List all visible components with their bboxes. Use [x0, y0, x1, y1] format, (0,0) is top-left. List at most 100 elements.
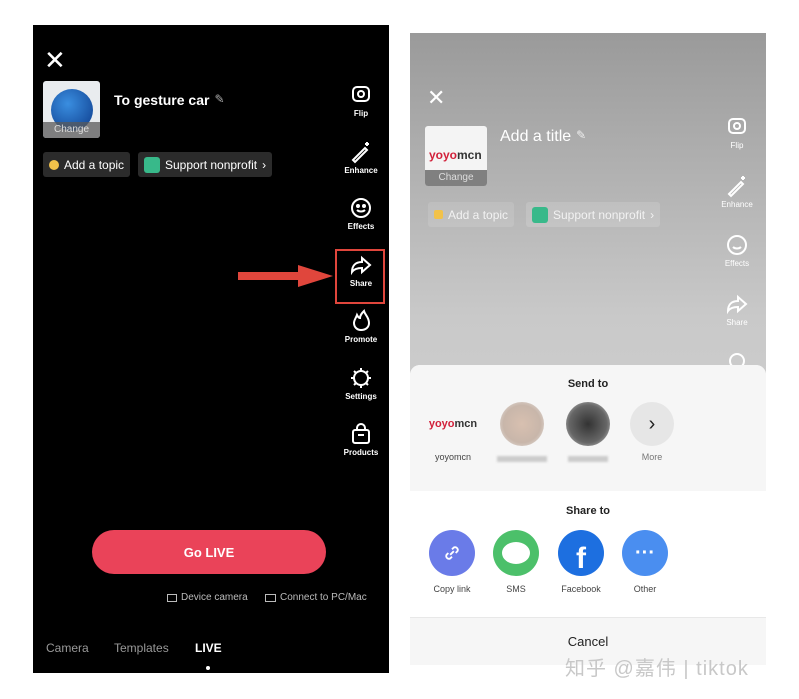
- tool-label: Settings: [345, 392, 377, 401]
- add-topic-chip[interactable]: Add a topic: [43, 152, 131, 177]
- option-label: Connect to PC/Mac: [280, 592, 367, 603]
- tool-label: Flip: [353, 109, 369, 118]
- tool-promote[interactable]: Promote: [336, 309, 386, 344]
- yoyomcn-logo: yoyomcn: [429, 148, 482, 162]
- yoyomcn-logo: yoyomcn: [428, 418, 478, 430]
- tab-live[interactable]: LIVE: [195, 641, 222, 655]
- share-copy-link[interactable]: Copy link: [417, 530, 487, 594]
- contact-blurred-1[interactable]: [487, 402, 557, 462]
- contact-label-blurred: [497, 456, 547, 462]
- tab-camera[interactable]: Camera: [46, 641, 89, 655]
- annotation-arrow-icon: [238, 265, 333, 287]
- option-label: Device camera: [181, 592, 248, 603]
- tool-flip[interactable]: Flip: [712, 115, 762, 150]
- camera-icon: [167, 593, 177, 602]
- close-icon[interactable]: ✕: [427, 87, 445, 109]
- connect-pc-option[interactable]: Connect to PC/Mac: [265, 592, 367, 603]
- avatar: [500, 402, 544, 446]
- tool-label: Effects: [724, 259, 750, 268]
- flip-camera-icon: [728, 118, 746, 134]
- magic-wand-icon: [351, 142, 369, 164]
- support-nonprofit-chip[interactable]: Support nonprofit ›: [138, 152, 273, 177]
- tool-label: Enhance: [721, 200, 753, 209]
- flame-icon: [352, 309, 371, 332]
- send-to-heading: Send to: [567, 378, 609, 390]
- smile-icon: [727, 235, 747, 255]
- cover-thumbnail[interactable]: Change: [43, 81, 100, 138]
- tool-label: Share: [726, 318, 748, 327]
- contact-blurred-2[interactable]: [553, 402, 623, 462]
- tool-label: Flip: [730, 141, 744, 150]
- share-sheet: Send to yoyo mcn yoyomcn › More Share to …: [410, 365, 766, 665]
- tab-templates[interactable]: Templates: [114, 641, 169, 655]
- tool-settings[interactable]: Settings: [336, 366, 386, 401]
- left-live-setup-screen: ✕ Change To gesture car ✎ Add a topic Su…: [33, 25, 389, 673]
- tool-label: Enhance: [344, 166, 378, 175]
- tool-effects[interactable]: Effects: [712, 233, 762, 268]
- share-facebook[interactable]: f Facebook: [546, 530, 616, 594]
- active-tab-dot: [206, 666, 210, 670]
- device-camera-option[interactable]: Device camera: [167, 592, 248, 603]
- tool-flip[interactable]: Flip: [336, 83, 386, 118]
- change-cover-label[interactable]: Change: [425, 170, 487, 186]
- globe-heart-icon: [144, 156, 160, 173]
- share-sms[interactable]: SMS: [481, 530, 551, 594]
- go-live-button[interactable]: Go LIVE: [92, 530, 326, 574]
- gear-icon: [351, 368, 371, 388]
- support-nonprofit-chip[interactable]: Support nonprofit ›: [526, 202, 661, 227]
- contact-yoyomcn[interactable]: yoyo mcn yoyomcn: [418, 402, 488, 462]
- add-topic-chip[interactable]: Add a topic: [428, 202, 515, 227]
- chip-label: Add a topic: [448, 207, 509, 222]
- tool-effects[interactable]: Effects: [336, 196, 386, 231]
- link-icon: [429, 530, 475, 576]
- shopping-bag-icon: [352, 423, 370, 444]
- tool-share[interactable]: Share: [712, 292, 762, 327]
- edit-pencil-icon[interactable]: ✎: [214, 92, 224, 108]
- facebook-icon: f: [558, 530, 604, 576]
- share-label: SMS: [506, 584, 526, 594]
- sms-bubble-icon: [493, 530, 539, 576]
- chevron-right-icon: ›: [630, 402, 674, 446]
- avatar: [566, 402, 610, 446]
- watermark: 知乎 @嘉伟 | tiktok: [565, 658, 749, 680]
- share-highlight-box: [335, 249, 385, 304]
- share-arrow-icon: [726, 294, 748, 315]
- edit-pencil-icon[interactable]: ✎: [576, 128, 586, 146]
- share-label: Other: [633, 584, 657, 594]
- chevron-right-icon: ›: [650, 207, 655, 222]
- magic-wand-icon: [727, 176, 745, 198]
- title-text: Add a title: [500, 128, 572, 145]
- title-text: To gesture car: [114, 92, 210, 108]
- tool-enhance[interactable]: Enhance: [712, 174, 762, 209]
- flip-camera-icon: [352, 86, 370, 102]
- tool-label: Effects: [347, 222, 375, 231]
- tool-products[interactable]: Products: [336, 422, 386, 457]
- chip-label: Support nonprofit: [553, 207, 646, 222]
- smile-icon: [351, 198, 371, 218]
- tool-label: Products: [343, 448, 379, 457]
- close-icon[interactable]: ✕: [44, 47, 66, 73]
- chevron-right-icon: ›: [262, 157, 267, 172]
- tool-enhance[interactable]: Enhance: [336, 140, 386, 175]
- share-to-heading: Share to: [565, 505, 610, 517]
- topic-icon: [49, 159, 59, 170]
- share-other[interactable]: ··· Other: [610, 530, 680, 594]
- chip-label: Add a topic: [64, 157, 125, 172]
- contact-label-blurred: [568, 456, 608, 462]
- globe-heart-icon: [532, 206, 548, 223]
- tool-label: Promote: [344, 335, 378, 344]
- share-label: Copy link: [433, 584, 471, 594]
- chip-label: Support nonprofit: [165, 157, 258, 172]
- more-contacts-button[interactable]: › More: [617, 402, 687, 462]
- title-field[interactable]: Add a title ✎: [500, 128, 586, 146]
- stream-title[interactable]: To gesture car ✎: [114, 92, 225, 108]
- monitor-icon: [265, 593, 276, 602]
- share-label: Facebook: [561, 584, 601, 594]
- contact-label: yoyomcn: [434, 452, 471, 462]
- cancel-label: Cancel: [567, 634, 609, 649]
- right-share-sheet-screen: ✕ yoyomcn Change Add a title ✎ Add a top…: [410, 33, 766, 665]
- more-label: More: [641, 452, 663, 462]
- change-cover-label[interactable]: Change: [43, 122, 100, 138]
- topic-icon: [434, 210, 443, 219]
- cover-thumbnail[interactable]: yoyomcn Change: [425, 126, 487, 186]
